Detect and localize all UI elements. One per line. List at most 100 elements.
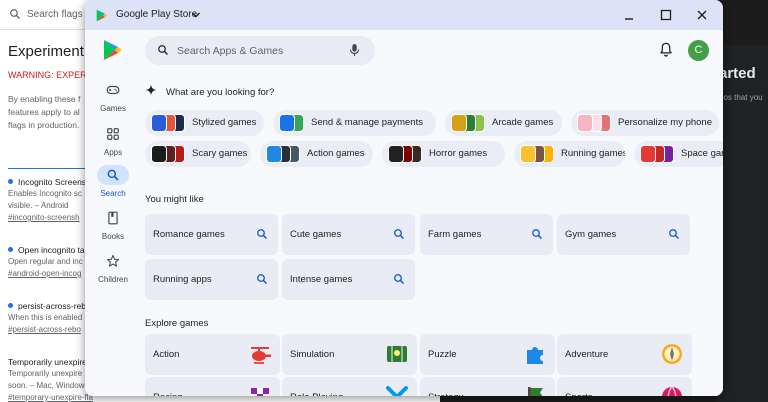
nav-label: Books — [101, 232, 125, 241]
game-category-label: Strategy — [428, 392, 463, 396]
game-category-button[interactable]: Adventure — [557, 334, 692, 375]
notifications-bell-icon[interactable] — [659, 42, 673, 57]
game-category-label: Puzzle — [428, 349, 457, 360]
game-category-button[interactable]: Strategy — [420, 377, 555, 396]
maximize-icon[interactable] — [659, 8, 673, 22]
app-thumbnail — [151, 114, 167, 132]
flag-desc: Open regular and inc — [8, 257, 83, 266]
suggestion-chip[interactable]: Action games — [260, 141, 373, 167]
nav-item-games[interactable]: Games — [89, 80, 137, 122]
game-category-button[interactable]: Simulation — [282, 334, 417, 375]
category-button[interactable]: Intense games — [282, 259, 415, 300]
flag-title: Temporarily unexpire — [8, 357, 87, 367]
flags-search-box[interactable]: Search flags — [0, 0, 90, 30]
nav-pill — [97, 124, 129, 144]
nav-item-children[interactable]: Children — [89, 251, 137, 293]
nav-rail: Games Apps Search Books Children — [85, 30, 141, 396]
minimize-icon[interactable] — [622, 8, 636, 22]
category-button[interactable]: Gym games — [557, 214, 690, 255]
close-icon[interactable] — [695, 8, 709, 22]
flag-tag[interactable]: #temporary-unexpire-flags-m142 — [8, 392, 93, 402]
chip-label: Action games — [307, 148, 365, 159]
game-category-label: Role Playing — [290, 392, 343, 396]
intro-line: By enabling these f — [8, 94, 81, 104]
play-store-logo-icon — [96, 9, 108, 22]
app-thumbnail — [577, 114, 593, 132]
app-thumbnail — [520, 145, 536, 163]
flag-title: persist-across-reb — [18, 301, 87, 311]
app-thumbnail — [451, 114, 467, 132]
chip-label: Horror games — [429, 148, 488, 159]
title-bar[interactable]: Google Play Store — [85, 0, 723, 30]
nav-item-apps[interactable]: Apps — [89, 124, 137, 166]
ball-icon — [662, 386, 682, 396]
nav-pill — [97, 251, 129, 271]
suggestion-chip[interactable]: Space games — [634, 141, 723, 167]
flags-warning: WARNING: EXPERI — [8, 70, 90, 80]
microphone-icon[interactable] — [348, 43, 361, 57]
nav-item-search[interactable]: Search — [89, 165, 137, 207]
game-category-button[interactable]: Racing — [145, 377, 280, 396]
search-icon — [257, 274, 267, 284]
apps-grid-icon — [107, 128, 119, 140]
game-category-button[interactable]: Sports — [557, 377, 692, 396]
chip-label: Personalize my phone — [618, 117, 712, 128]
suggestion-chip[interactable]: Horror games — [382, 141, 505, 167]
flag-desc: Temporarily unexpire — [8, 369, 83, 378]
gamepad-icon — [106, 85, 120, 95]
search-icon — [394, 274, 404, 284]
play-store-window: Google Play Store Games Apps Search Book… — [85, 0, 723, 396]
chip-label: Send & manage payments — [311, 117, 423, 128]
suggestion-chip[interactable]: Arcade games — [445, 110, 562, 136]
chip-label: Scary games — [192, 148, 248, 159]
window-title: Google Play Store — [116, 9, 198, 20]
flag-item: Open incognito ta Open regular and inc #… — [8, 244, 93, 280]
suggestion-chip[interactable]: Running games — [514, 141, 625, 167]
category-button[interactable]: Cute games — [282, 214, 415, 255]
flag-item: Temporarily unexpire Temporarily unexpir… — [8, 356, 93, 402]
category-button[interactable]: Running apps — [145, 259, 278, 300]
intro-line: flags in production. — [8, 120, 80, 130]
game-category-button[interactable]: Puzzle — [420, 334, 555, 375]
chip-label: Running games — [561, 148, 625, 159]
looking-for-heading: What are you looking for? — [166, 87, 275, 98]
flag-title: Incognito Screens — [18, 177, 87, 187]
nav-pill — [97, 208, 129, 228]
nav-label: Children — [98, 275, 128, 284]
flag-tag[interactable]: #android-open-incog — [8, 268, 93, 280]
game-category-button[interactable]: Action — [145, 334, 280, 375]
chevron-down-icon[interactable] — [191, 10, 201, 20]
flag-desc: soon. – Mac, Window — [8, 381, 85, 390]
desktop: Search flags Experiment WARNING: EXPERI … — [0, 0, 768, 402]
avatar[interactable]: C — [688, 40, 709, 61]
suggestion-chip[interactable]: Personalize my phone — [571, 110, 719, 136]
category-label: Gym games — [565, 229, 617, 240]
google-play-logo-icon[interactable] — [102, 39, 124, 61]
you-might-like-heading: You might like — [145, 194, 204, 205]
game-category-button[interactable]: Role Playing — [282, 377, 417, 396]
search-icon — [532, 229, 542, 239]
suggestion-chip[interactable]: Send & manage payments — [273, 110, 436, 136]
search-placeholder: Search Apps & Games — [177, 45, 284, 57]
bullet-icon — [8, 179, 13, 184]
game-category-label: Sports — [565, 392, 592, 396]
nav-label: Games — [100, 104, 126, 113]
nav-item-books[interactable]: Books — [89, 208, 137, 250]
checkered-flag-icon — [251, 388, 269, 396]
search-input[interactable]: Search Apps & Games — [145, 36, 375, 65]
flag-item: Incognito Screens Enables Incognito sc v… — [8, 176, 93, 224]
flag-tag[interactable]: #incognito-screensh — [8, 212, 93, 224]
nav-label: Search — [100, 189, 126, 198]
flag-title: Open incognito ta — [18, 245, 85, 255]
category-button[interactable]: Farm games — [420, 214, 553, 255]
category-button[interactable]: Romance games — [145, 214, 278, 255]
suggestion-chip[interactable]: Stylized games — [145, 110, 264, 136]
dark-window-heading: arted — [719, 65, 756, 82]
category-label: Intense games — [290, 274, 353, 285]
suggestion-chip[interactable]: Scary games — [145, 141, 251, 167]
category-label: Romance games — [153, 229, 225, 240]
helicopter-icon — [251, 347, 271, 364]
flag-tag[interactable]: #persist-across-rebo — [8, 324, 93, 336]
dark-window-text: nos that you — [719, 93, 763, 102]
swords-icon — [386, 386, 408, 396]
